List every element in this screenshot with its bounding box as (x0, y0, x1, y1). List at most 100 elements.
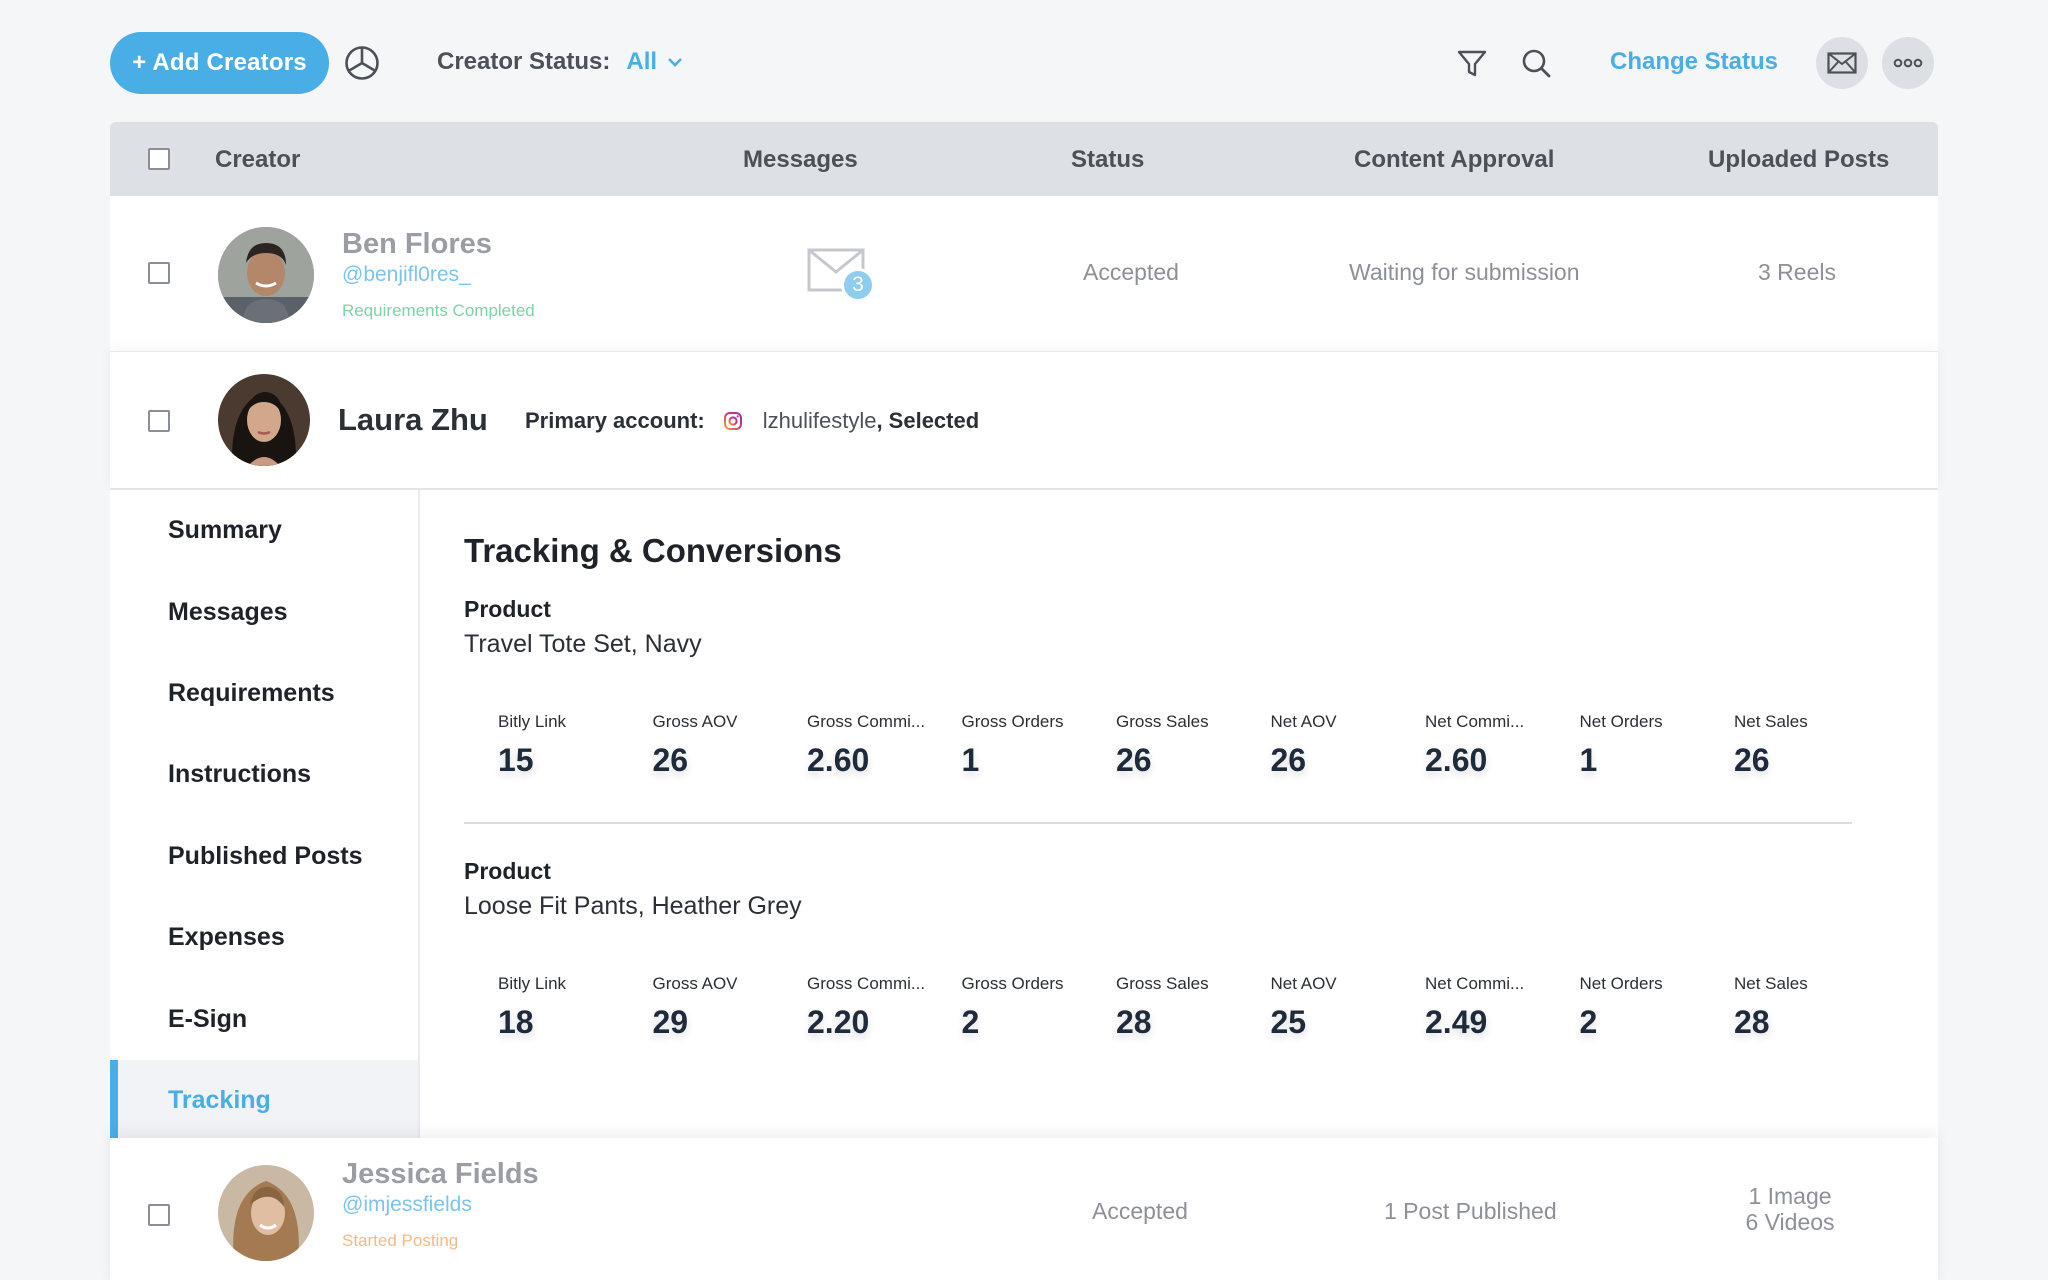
metric-label: Gross AOV (652, 974, 738, 993)
row-checkbox[interactable] (148, 262, 170, 284)
header-content-approval[interactable]: Content Approval (1354, 146, 1554, 174)
metric-label: Bitly Link (498, 712, 567, 731)
metric-value[interactable]: 15 (498, 742, 648, 779)
metric-label: Gross Commi... (807, 712, 926, 731)
primary-account-handle[interactable]: lzhulifestyle (763, 408, 877, 434)
creator-handle[interactable]: @benjifl0res_ (342, 263, 535, 287)
content-approval-cell: Waiting for submission (1349, 259, 1580, 285)
creator-name[interactable]: Ben Flores (342, 228, 535, 261)
email-button[interactable] (1816, 37, 1868, 89)
uploaded-posts-cell: 3 Reels (1758, 259, 1836, 285)
metric-label: Gross Orders (961, 712, 1064, 731)
select-all-checkbox[interactable] (148, 148, 170, 170)
creator-name[interactable]: Jessica Fields (342, 1158, 539, 1191)
row-checkbox[interactable] (148, 1204, 170, 1226)
metric-label: Gross Sales (1116, 974, 1209, 993)
more-options-button[interactable] (1882, 37, 1934, 89)
avatar[interactable] (218, 1165, 314, 1261)
metric-value: 26 (1734, 742, 1770, 778)
creator-name[interactable]: Laura Zhu (338, 402, 488, 438)
toolbar: + Add Creators Creator Status: All Chang… (110, 31, 1934, 95)
header-messages[interactable]: Messages (743, 146, 858, 174)
product-divider (464, 822, 1852, 824)
metric-value: 2 (961, 1004, 980, 1040)
metric-value: 2.60 (807, 742, 870, 778)
nav-item-requirements[interactable]: Requirements (110, 653, 418, 734)
table-row[interactable]: Ben Flores @benjifl0res_ Requirements Co… (110, 196, 1938, 352)
creator-status-value: All (626, 48, 658, 75)
messages-cell[interactable]: 3 (807, 248, 879, 304)
metric-value[interactable]: 18 (498, 1004, 648, 1041)
section-title: Tracking & Conversions (464, 532, 842, 569)
metric-net-sales: Net Sales 28 (1734, 974, 1884, 1041)
avatar-image (218, 1165, 314, 1261)
creator-status-filter[interactable]: Creator Status: All (437, 48, 683, 76)
metrics-row: Bitly Link 15 Gross AOV 26 Gross Commi... 2… (498, 712, 1898, 792)
metric-net-aov: Net AOV 26 (1271, 712, 1421, 779)
metric-gross-commission: Gross Commi... 2.60 (807, 712, 957, 779)
product-label: Product (464, 858, 551, 884)
metric-value: 28 (1734, 1004, 1770, 1040)
add-creators-button[interactable]: + Add Creators (110, 32, 329, 94)
nav-item-tracking[interactable]: Tracking (110, 1059, 418, 1142)
metric-bitly-link: Bitly Link 15 (498, 712, 648, 779)
primary-account: Primary account: lzhulifestyle , Selecte… (525, 408, 979, 434)
metric-gross-aov: Gross AOV 29 (653, 974, 803, 1041)
more-icon (1893, 58, 1923, 68)
pie-chart-icon[interactable] (344, 45, 380, 81)
search-icon[interactable] (1520, 47, 1552, 79)
avatar[interactable] (218, 227, 314, 323)
metrics-row: Bitly Link 18 Gross AOV 29 Gross Commi... 2… (498, 974, 1898, 1054)
change-status-button[interactable]: Change Status (1610, 48, 1778, 76)
metric-label: Net Orders (1579, 974, 1663, 993)
header-uploaded-posts[interactable]: Uploaded Posts (1708, 146, 1889, 174)
mail-icon (1827, 52, 1857, 74)
creator-detail-panel: Summary Messages Requirements Instructio… (110, 490, 1938, 1142)
uploaded-posts-images: 1 Image (1748, 1183, 1832, 1209)
nav-item-messages[interactable]: Messages (110, 571, 418, 652)
metric-net-commission: Net Commi... 2.49 (1425, 974, 1575, 1041)
header-status[interactable]: Status (1071, 146, 1144, 174)
metric-bitly-link: Bitly Link 18 (498, 974, 648, 1041)
primary-account-label: Primary account: (525, 408, 705, 433)
metric-value: 26 (1270, 742, 1307, 778)
table-row-expanded[interactable]: Laura Zhu Primary account: lzhulifestyle… (110, 352, 1938, 490)
metric-gross-orders: Gross Orders 1 (962, 712, 1112, 779)
creator-stage: Started Posting (342, 1231, 459, 1250)
metric-gross-sales: Gross Sales 26 (1116, 712, 1266, 779)
metric-value: 26 (1116, 742, 1152, 778)
metric-value: 2.20 (807, 1004, 870, 1040)
metric-value: 1 (1579, 742, 1598, 778)
creator-info: Ben Flores @benjifl0res_ Requirements Co… (342, 228, 535, 321)
row-checkbox[interactable] (148, 410, 170, 432)
nav-item-instructions[interactable]: Instructions (110, 734, 418, 815)
metric-value: 1 (961, 742, 980, 778)
nav-item-e-sign[interactable]: E-Sign (110, 978, 418, 1059)
content-approval-cell: 1 Post Published (1384, 1198, 1557, 1224)
creators-table: Creator Messages Status Content Approval… (110, 122, 1938, 1280)
message-count-badge: 3 (841, 268, 875, 302)
metric-value: 25 (1270, 1004, 1307, 1040)
primary-account-selected: , Selected (876, 408, 980, 433)
nav-item-summary[interactable]: Summary (110, 490, 418, 571)
nav-item-expenses[interactable]: Expenses (110, 897, 418, 978)
tracking-content: Tracking & Conversions Product Travel To… (420, 490, 1938, 1138)
metric-label: Gross AOV (652, 712, 738, 731)
nav-item-published-posts[interactable]: Published Posts (110, 816, 418, 897)
table-row[interactable]: Jessica Fields @imjessfields Started Pos… (110, 1138, 1938, 1280)
header-creator[interactable]: Creator (215, 146, 300, 174)
creator-handle[interactable]: @imjessfields (342, 1193, 539, 1217)
avatar[interactable] (218, 374, 310, 466)
filter-icon[interactable] (1456, 47, 1488, 79)
instagram-icon (723, 412, 742, 430)
metric-value: 2.49 (1425, 1004, 1488, 1040)
creator-stage: Requirements Completed (342, 301, 535, 320)
metric-gross-orders: Gross Orders 2 (962, 974, 1112, 1041)
creator-info: Jessica Fields @imjessfields Started Pos… (342, 1158, 539, 1251)
metric-gross-aov: Gross AOV 26 (653, 712, 803, 779)
metric-gross-commission: Gross Commi... 2.20 (807, 974, 957, 1041)
metric-net-orders: Net Orders 1 (1580, 712, 1730, 779)
creator-status-dropdown[interactable]: All (626, 48, 683, 76)
status-cell: Accepted (1092, 1198, 1188, 1224)
metric-label: Net Sales (1734, 974, 1808, 993)
